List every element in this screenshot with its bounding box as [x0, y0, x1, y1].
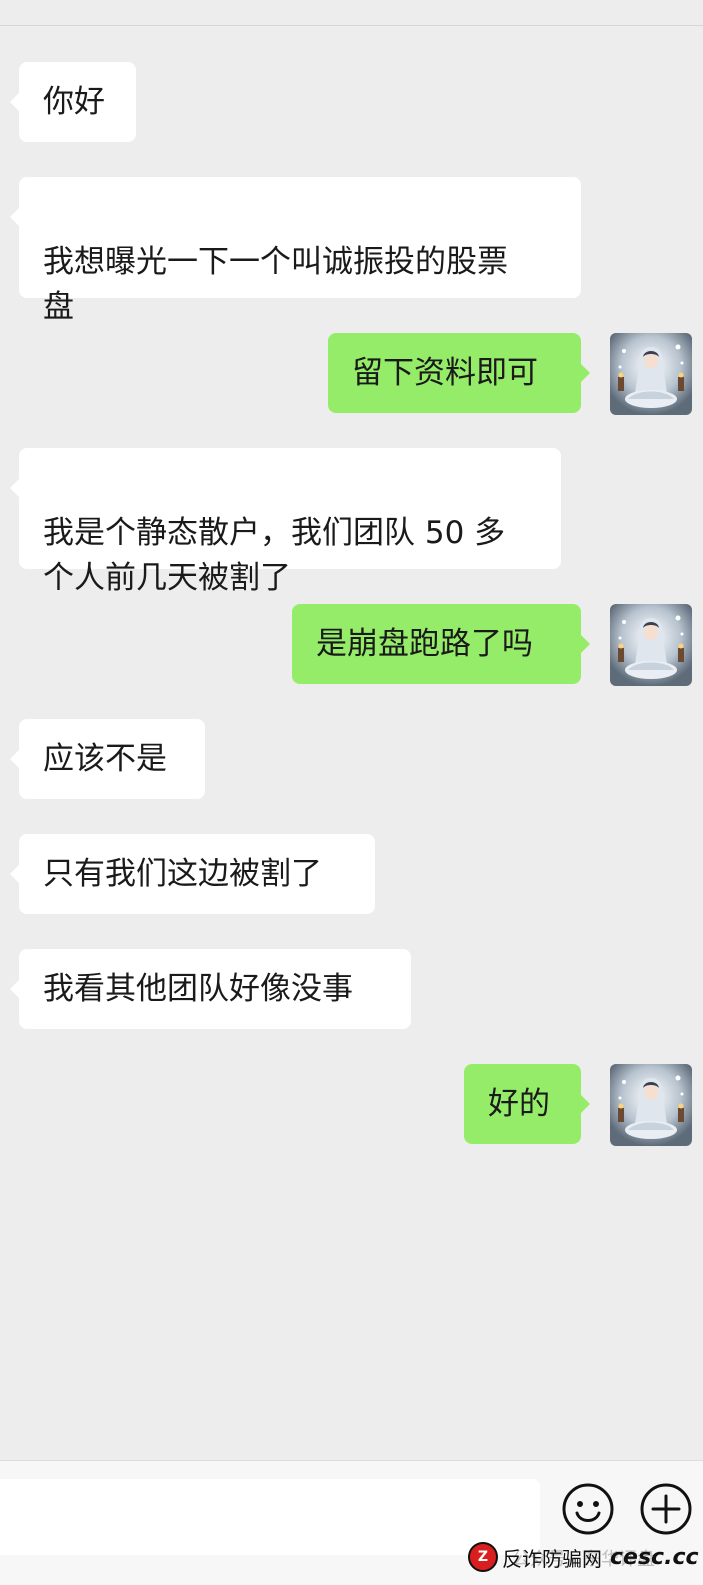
message-text: 我是个静态散户，我们团队 50 多 个人前几天被割了 — [43, 515, 506, 596]
outgoing-message-bubble[interactable]: 是崩盘跑路了吗 — [292, 604, 590, 684]
message-text: 好的 — [488, 1086, 550, 1122]
incoming-message-bubble[interactable]: 你好 — [10, 62, 136, 142]
user-avatar[interactable] — [610, 1064, 692, 1146]
message-text: 只有我们这边被割了 — [43, 856, 322, 892]
user-avatar[interactable] — [610, 604, 692, 686]
message-input[interactable] — [0, 1479, 540, 1555]
message-text: 留下资料即可 — [352, 355, 538, 391]
meditating-girl-avatar-icon — [610, 333, 692, 415]
site-watermark-logo: Z 反诈防骗网 cesc.cc — [468, 1538, 699, 1576]
watermark-site-name: 反诈防骗网 — [502, 1546, 602, 1571]
anti-fraud-logo-icon: Z — [468, 1542, 498, 1572]
message-text: 我看其他团队好像没事 — [43, 971, 353, 1007]
more-functions-button[interactable] — [638, 1481, 694, 1537]
message-text: 我想曝光一下一个叫诚振投的股票 盘 — [43, 244, 508, 325]
watermark-site-domain: cesc.cc — [610, 1544, 699, 1570]
user-avatar[interactable] — [610, 333, 692, 415]
incoming-message-bubble[interactable]: 我是个静态散户，我们团队 50 多 个人前几天被割了 — [10, 448, 561, 596]
meditating-girl-avatar-icon — [610, 1064, 692, 1146]
incoming-message-bubble[interactable]: 我看其他团队好像没事 — [10, 949, 411, 1029]
incoming-message-bubble[interactable]: 只有我们这边被割了 — [10, 834, 375, 914]
smiley-icon — [562, 1483, 614, 1535]
meditating-girl-avatar-icon — [610, 604, 692, 686]
outgoing-message-bubble[interactable]: 好的 — [464, 1064, 590, 1144]
emoji-button[interactable] — [560, 1481, 616, 1537]
incoming-message-bubble[interactable]: 应该不是 — [10, 719, 205, 799]
outgoing-message-bubble[interactable]: 留下资料即可 — [328, 333, 590, 413]
message-text: 你好 — [43, 84, 105, 120]
chat-message-list[interactable]: 你好 我想曝光一下一个叫诚振投的股票 盘 留下资料即可 我是个静态散户，我们团队… — [0, 0, 703, 1460]
incoming-message-bubble[interactable]: 我想曝光一下一个叫诚振投的股票 盘 — [10, 177, 581, 325]
message-text: 应该不是 — [43, 741, 167, 777]
message-text: 是崩盘跑路了吗 — [316, 626, 533, 662]
plus-icon — [640, 1483, 692, 1535]
